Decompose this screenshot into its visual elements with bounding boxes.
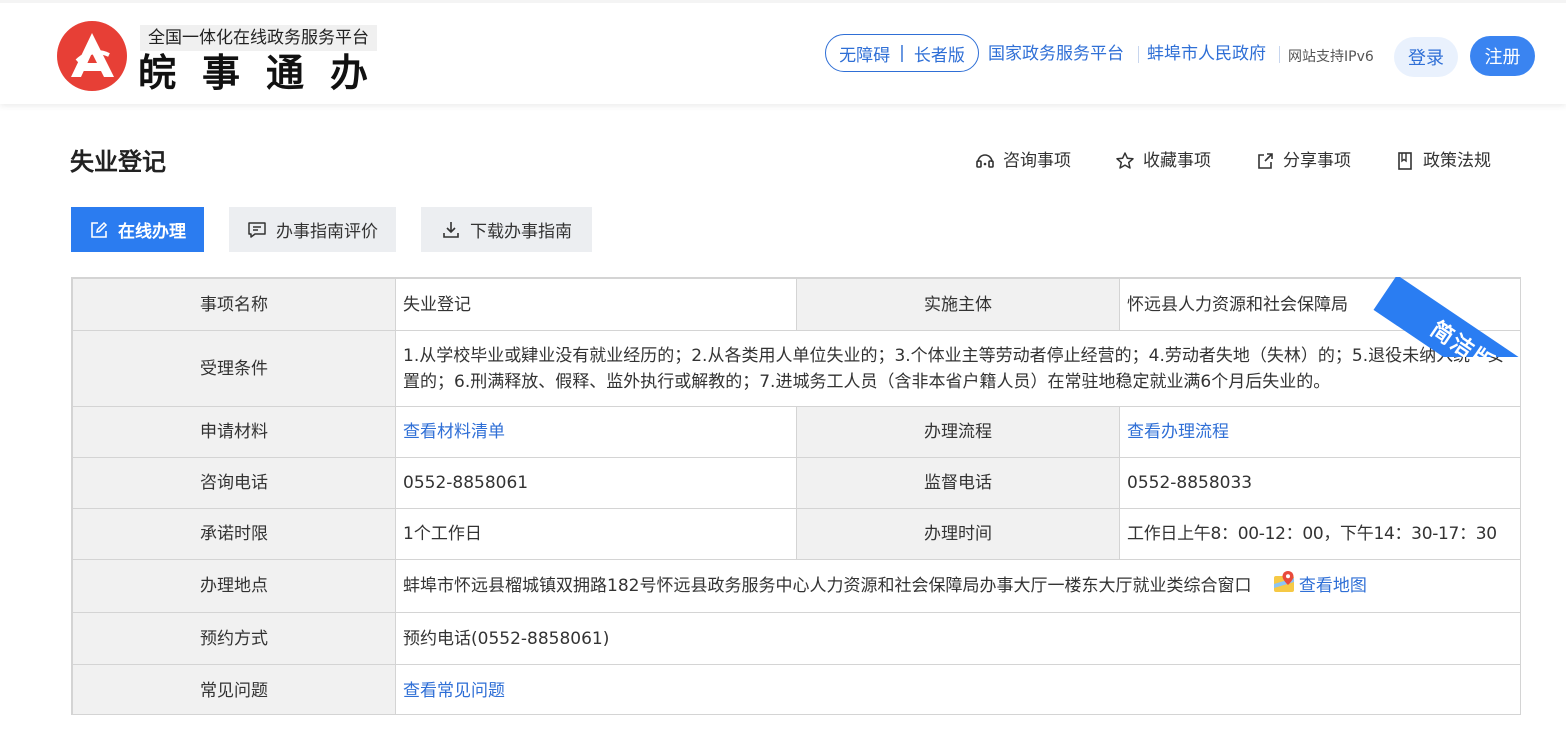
policy-action-label: 政策法规 xyxy=(1423,151,1491,171)
booking-value: 预约电话(0552-8858061) xyxy=(395,612,1520,665)
process-label: 办理流程 xyxy=(796,406,1120,458)
faq-cell: 查看常见问题 xyxy=(395,664,1520,714)
office-hours-value: 工作日上午8：00-12：00，下午14：30-17：30 xyxy=(1119,508,1520,560)
evaluate-guide-button[interactable]: 办事指南评价 xyxy=(229,207,396,252)
table-row: 受理条件 1.从学校毕业或肄业没有就业经历的；2.从各类用人单位失业的；3.个体… xyxy=(72,330,1520,407)
share-action[interactable]: 分享事项 xyxy=(1255,150,1351,172)
book-icon xyxy=(1395,151,1415,171)
location-cell: 蚌埠市怀远县榴城镇双拥路182号怀远县政务服务中心人力资源和社会保障局办事大厅一… xyxy=(395,559,1520,613)
favorite-action[interactable]: 收藏事项 xyxy=(1115,150,1211,172)
favorite-action-label: 收藏事项 xyxy=(1143,151,1211,171)
nav-divider xyxy=(1138,46,1139,63)
consult-action[interactable]: 咨询事项 xyxy=(975,150,1071,172)
download-guide-label: 下载办事指南 xyxy=(470,222,572,242)
location-label: 办理地点 xyxy=(72,559,396,613)
service-info-table: 事项名称 失业登记 实施主体 怀远县人力资源和社会保障局 受理条件 1.从学校毕… xyxy=(71,277,1521,715)
national-platform-link[interactable]: 国家政务服务平台 xyxy=(988,43,1124,65)
share-icon xyxy=(1255,151,1275,171)
table-row: 预约方式 预约电话(0552-8858061) xyxy=(72,612,1520,665)
table-row: 承诺时限 1个工作日 办理时间 工作日上午8：00-12：00，下午14：30-… xyxy=(72,508,1520,560)
time-limit-label: 承诺时限 xyxy=(72,508,396,560)
nav-divider xyxy=(1279,46,1280,63)
register-button[interactable]: 注册 xyxy=(1470,36,1535,76)
item-name-label: 事项名称 xyxy=(72,278,396,331)
site-header: 全国一体化在线政务服务平台 皖事通办 无障碍 | 长者版 国家政务服务平台 蚌埠… xyxy=(0,0,1566,104)
supervise-phone-label: 监督电话 xyxy=(796,457,1120,509)
location-value: 蚌埠市怀远县榴城镇双拥路182号怀远县政务服务中心人力资源和社会保障局办事大厅一… xyxy=(403,576,1252,596)
comment-icon xyxy=(247,220,267,240)
item-name-value: 失业登记 xyxy=(395,278,797,331)
agency-label: 实施主体 xyxy=(796,278,1120,331)
consult-phone-value: 0552-8858061 xyxy=(395,457,797,509)
conditions-label: 受理条件 xyxy=(72,330,396,407)
booking-label: 预约方式 xyxy=(72,612,396,665)
edit-icon xyxy=(89,220,109,240)
policy-action[interactable]: 政策法规 xyxy=(1395,150,1491,172)
evaluate-guide-label: 办事指南评价 xyxy=(276,222,378,242)
city-gov-link[interactable]: 蚌埠市人民政府 xyxy=(1147,43,1266,65)
faq-label: 常见问题 xyxy=(72,664,396,714)
download-guide-button[interactable]: 下载办事指南 xyxy=(421,207,592,252)
supervise-phone-value: 0552-8858033 xyxy=(1119,457,1520,509)
ipv6-label: 网站支持IPv6 xyxy=(1288,49,1374,65)
online-apply-button[interactable]: 在线办理 xyxy=(71,207,204,252)
download-icon xyxy=(441,220,461,240)
map-pin-icon[interactable] xyxy=(1273,570,1297,602)
login-button[interactable]: 登录 xyxy=(1394,37,1458,77)
pill-separator: | xyxy=(899,43,905,63)
site-logo-icon[interactable] xyxy=(57,21,127,91)
page-title: 失业登记 xyxy=(70,148,166,176)
materials-link[interactable]: 查看材料清单 xyxy=(403,422,505,442)
table-row: 常见问题 查看常见问题 xyxy=(72,664,1520,714)
office-hours-label: 办理时间 xyxy=(796,508,1120,560)
accessibility-link[interactable]: 无障碍 xyxy=(839,41,890,66)
map-link[interactable]: 查看地图 xyxy=(1299,576,1367,596)
process-cell: 查看办理流程 xyxy=(1119,406,1520,458)
faq-link[interactable]: 查看常见问题 xyxy=(403,681,505,701)
platform-tag: 全国一体化在线政务服务平台 xyxy=(140,25,377,51)
table-row: 事项名称 失业登记 实施主体 怀远县人力资源和社会保障局 xyxy=(72,278,1520,331)
headset-icon xyxy=(975,151,995,171)
consult-phone-label: 咨询电话 xyxy=(72,457,396,509)
brand-name[interactable]: 皖事通办 xyxy=(138,51,394,95)
online-apply-label: 在线办理 xyxy=(118,222,186,242)
star-icon xyxy=(1115,151,1135,171)
consult-action-label: 咨询事项 xyxy=(1003,151,1071,171)
conditions-value: 1.从学校毕业或肄业没有就业经历的；2.从各类用人单位失业的；3.个体业主等劳动… xyxy=(395,330,1520,407)
materials-label: 申请材料 xyxy=(72,406,396,458)
share-action-label: 分享事项 xyxy=(1283,151,1351,171)
table-row: 办理地点 蚌埠市怀远县榴城镇双拥路182号怀远县政务服务中心人力资源和社会保障局… xyxy=(72,559,1520,613)
elder-mode-link[interactable]: 长者版 xyxy=(914,41,965,66)
table-row: 申请材料 查看材料清单 办理流程 查看办理流程 xyxy=(72,406,1520,458)
accessibility-pill: 无障碍 | 长者版 xyxy=(825,34,979,72)
table-row: 咨询电话 0552-8858061 监督电话 0552-8858033 xyxy=(72,457,1520,509)
time-limit-value: 1个工作日 xyxy=(395,508,797,560)
process-link[interactable]: 查看办理流程 xyxy=(1127,422,1229,442)
materials-cell: 查看材料清单 xyxy=(395,406,797,458)
agency-value: 怀远县人力资源和社会保障局 xyxy=(1119,278,1520,331)
